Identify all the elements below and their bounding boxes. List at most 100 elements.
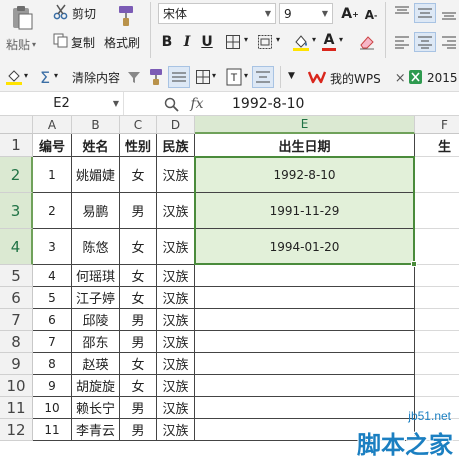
table-cell-empty[interactable] — [415, 287, 459, 309]
table-cell-birth[interactable] — [195, 309, 415, 331]
chevron-down-icon[interactable]: ▾ — [276, 35, 280, 44]
row-header-10[interactable]: 10 — [0, 375, 33, 397]
close-icon[interactable]: × — [395, 71, 406, 86]
border-icon[interactable] — [222, 33, 244, 51]
chevron-down-icon[interactable]: ▼ — [113, 99, 119, 108]
table-cell-name[interactable]: 赵瑛 — [72, 353, 120, 375]
table-cell-ethnic[interactable]: 汉族 — [157, 193, 195, 229]
table-cell-empty[interactable] — [415, 353, 459, 375]
table-cell-ethnic[interactable]: 汉族 — [157, 375, 195, 397]
row-header-9[interactable]: 9 — [0, 353, 33, 375]
table-cell-name[interactable]: 易鹏 — [72, 193, 120, 229]
table-cell-ethnic[interactable]: 汉族 — [157, 397, 195, 419]
table-cell-name[interactable]: 江子婷 — [72, 287, 120, 309]
clear-content-button[interactable]: 清除内容 — [72, 68, 120, 86]
align-center-icon[interactable] — [252, 66, 274, 88]
table-header-cell[interactable]: 姓名 — [72, 134, 120, 157]
row-header-1[interactable]: 1 — [0, 134, 33, 157]
row-header-8[interactable]: 8 — [0, 331, 33, 353]
row-header-3[interactable]: 3 — [0, 193, 33, 229]
font-name-select[interactable]: 宋体 ▼ — [158, 3, 276, 24]
table-cell-name[interactable]: 何瑶琪 — [72, 265, 120, 287]
table-cell-id[interactable]: 10 — [33, 397, 72, 419]
chevron-down-icon[interactable]: ▾ — [212, 71, 216, 80]
table-cell-ethnic[interactable]: 汉族 — [157, 157, 195, 193]
table-cell-id[interactable]: 11 — [33, 419, 72, 441]
name-box[interactable]: E2 ▼ — [0, 92, 124, 115]
table-cell-gender[interactable]: 女 — [120, 353, 157, 375]
column-header-e[interactable]: E — [195, 116, 415, 134]
table-cell-birth[interactable]: 1992-8-10 — [195, 157, 415, 193]
font-color-icon[interactable]: A — [320, 31, 338, 53]
table-cell-ethnic[interactable]: 汉族 — [157, 353, 195, 375]
table-header-cell[interactable]: 民族 — [157, 134, 195, 157]
align-left-icon[interactable] — [392, 33, 412, 51]
table-cell-gender[interactable]: 男 — [120, 309, 157, 331]
align-top-icon[interactable] — [392, 4, 412, 22]
bold-button[interactable]: B — [158, 32, 176, 52]
table-header-cell[interactable]: 出生日期 — [195, 134, 415, 157]
row-header-4[interactable]: 4 — [0, 229, 33, 265]
table-cell-birth[interactable]: 1994-01-20 — [195, 229, 415, 265]
underline-button[interactable]: U — [198, 32, 216, 52]
copy-button[interactable]: 复制 — [53, 33, 95, 51]
table-header-cell[interactable]: 编号 — [33, 134, 72, 157]
table-header-cell[interactable]: 性别 — [120, 134, 157, 157]
paste-icon[interactable] — [8, 4, 36, 32]
table-cell-ethnic[interactable]: 汉族 — [157, 265, 195, 287]
table-cell-id[interactable]: 1 — [33, 157, 72, 193]
table-header-cell[interactable]: 生 — [415, 134, 459, 157]
table-cell-birth[interactable] — [195, 375, 415, 397]
table-cell-empty[interactable] — [415, 331, 459, 353]
clear-format-icon[interactable] — [356, 32, 378, 52]
zoom-search-icon[interactable] — [162, 95, 180, 113]
align-center-icon[interactable] — [414, 32, 436, 52]
paste-button[interactable]: 粘贴 ▾ — [6, 36, 36, 52]
chevron-down-icon[interactable]: ▾ — [24, 71, 28, 80]
table-cell-birth[interactable]: 1991-11-29 — [195, 193, 415, 229]
table-cell-id[interactable]: 8 — [33, 353, 72, 375]
column-header-d[interactable]: D — [157, 116, 195, 134]
row-header-5[interactable]: 5 — [0, 265, 33, 287]
table-cell-gender[interactable]: 男 — [120, 193, 157, 229]
table-cell-ethnic[interactable]: 汉族 — [157, 287, 195, 309]
row-header-2[interactable]: 2 — [0, 157, 33, 193]
wrap-text-icon[interactable] — [168, 66, 190, 88]
table-cell-empty[interactable] — [415, 309, 459, 331]
sum-icon[interactable]: Σ — [36, 67, 54, 87]
align-middle-icon[interactable] — [414, 3, 436, 23]
table-cell-empty[interactable] — [415, 193, 459, 229]
table-cell-empty[interactable] — [415, 157, 459, 193]
table-cell-id[interactable]: 5 — [33, 287, 72, 309]
table-cell-id[interactable]: 3 — [33, 229, 72, 265]
table-cell-name[interactable]: 赖长宁 — [72, 397, 120, 419]
table-cell-gender[interactable]: 男 — [120, 397, 157, 419]
row-header-12[interactable]: 12 — [0, 419, 33, 441]
fill-handle[interactable] — [411, 261, 417, 267]
select-all-corner[interactable] — [0, 116, 33, 134]
filter-icon[interactable] — [126, 68, 142, 86]
font-size-select[interactable]: 9 ▼ — [279, 3, 333, 24]
insert-function-button[interactable]: fx — [186, 94, 208, 114]
column-header-f[interactable]: F — [415, 116, 459, 134]
table-cell-gender[interactable]: 男 — [120, 419, 157, 441]
more-dropdown-icon[interactable]: ▼ — [288, 71, 295, 81]
format-painter-button[interactable]: 格式刷 — [104, 33, 140, 51]
table-cell-id[interactable]: 9 — [33, 375, 72, 397]
table-cell-ethnic[interactable]: 汉族 — [157, 419, 195, 441]
row-header-7[interactable]: 7 — [0, 309, 33, 331]
format-painter-icon[interactable] — [146, 67, 164, 87]
increase-font-icon[interactable]: A + — [340, 4, 360, 24]
table-cell-birth[interactable] — [195, 265, 415, 287]
table-cell-ethnic[interactable]: 汉族 — [157, 229, 195, 265]
table-cell-ethnic[interactable]: 汉族 — [157, 331, 195, 353]
table-cell-empty[interactable] — [415, 375, 459, 397]
column-header-b[interactable]: B — [72, 116, 120, 134]
tab-workbook[interactable]: 2015 — [408, 66, 458, 90]
chevron-down-icon[interactable]: ▾ — [244, 35, 248, 44]
table-cell-birth[interactable] — [195, 287, 415, 309]
italic-button[interactable]: I — [178, 32, 196, 52]
table-cell-id[interactable]: 7 — [33, 331, 72, 353]
table-cell-gender[interactable]: 女 — [120, 287, 157, 309]
column-header-a[interactable]: A — [33, 116, 72, 134]
